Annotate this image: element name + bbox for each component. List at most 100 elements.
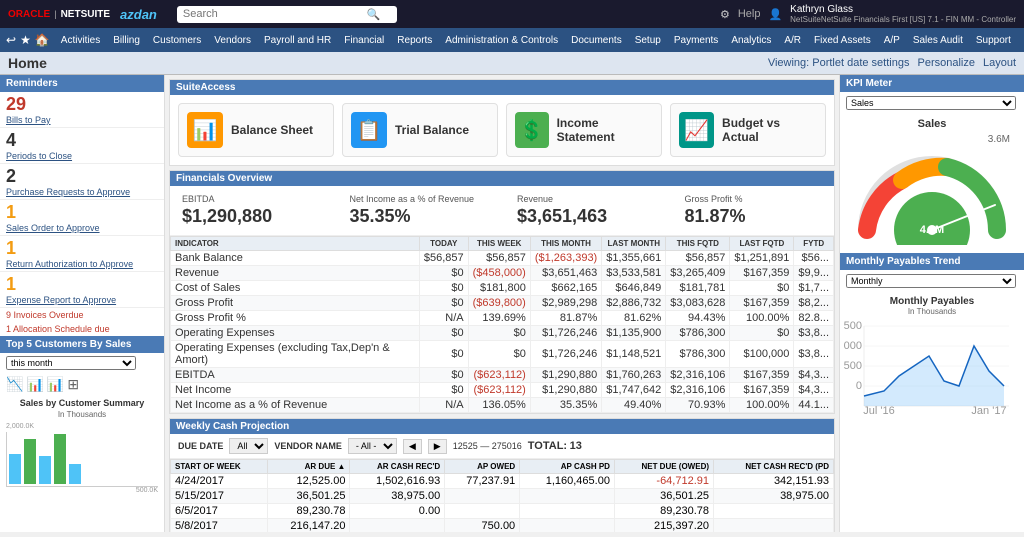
reminder-sales-label[interactable]: Sales Order to Approve bbox=[6, 223, 158, 233]
svg-text:1,000: 1,000 bbox=[844, 340, 862, 352]
nav-admin[interactable]: Administration & Controls bbox=[439, 35, 564, 46]
bar-3 bbox=[39, 456, 51, 484]
personalize-link[interactable]: Personalize bbox=[917, 57, 974, 69]
reminder-bills-label[interactable]: Bills to Pay bbox=[6, 115, 158, 125]
due-date-select[interactable]: All bbox=[229, 438, 268, 454]
indicator-cell: Gross Profit % bbox=[171, 311, 420, 326]
nav-payments[interactable]: Payments bbox=[668, 35, 724, 46]
reminder-return-label[interactable]: Return Authorization to Approve bbox=[6, 259, 158, 269]
value-cell: $181,781 bbox=[666, 281, 730, 296]
nav-ar[interactable]: A/R bbox=[778, 35, 807, 46]
reminder-periods[interactable]: 4 Periods to Close bbox=[0, 128, 164, 164]
overdue-link[interactable]: 9 Invoices Overdue bbox=[0, 308, 164, 322]
income-statement-card[interactable]: 💲 Income Statement bbox=[506, 103, 662, 157]
page-actions: Viewing: Portlet date settings Personali… bbox=[768, 57, 1016, 69]
cash-table-head: START OF WEEK AR DUE ▲ AR CASH REC'D AP … bbox=[171, 460, 834, 474]
bar-5 bbox=[69, 464, 81, 484]
reminder-return-number: 1 bbox=[6, 238, 158, 259]
value-cell: ($458,000) bbox=[468, 266, 530, 281]
table-row: Gross Profit %N/A139.69%81.87%81.62%94.4… bbox=[171, 311, 834, 326]
nav-vendors[interactable]: Vendors bbox=[208, 35, 257, 46]
value-cell: $0 bbox=[419, 296, 468, 311]
nav-icons: ↩ ★ 🏠 bbox=[6, 33, 50, 47]
nav-bar: ↩ ★ 🏠 Activities Billing Customers Vendo… bbox=[0, 28, 1024, 52]
nav-ap[interactable]: A/P bbox=[878, 35, 906, 46]
bar-chart-icon[interactable]: 📊 bbox=[47, 376, 64, 393]
svg-text:4.4M: 4.4M bbox=[920, 224, 944, 236]
kpi-meter-select[interactable]: Sales bbox=[846, 96, 1016, 110]
indicator-cell: Net Income as a % of Revenue bbox=[171, 398, 420, 413]
nav-payroll[interactable]: Payroll and HR bbox=[258, 35, 337, 46]
trend-chart-title: Monthly Payables bbox=[844, 296, 1020, 307]
budget-vs-actual-card[interactable]: 📈 Budget vs Actual bbox=[670, 103, 826, 157]
cash-col-ap-owed: AP OWED bbox=[445, 460, 520, 474]
line-chart-icon[interactable]: 📉 bbox=[6, 376, 23, 393]
table-icon[interactable]: ⊞ bbox=[67, 376, 79, 393]
nav-fixed-assets[interactable]: Fixed Assets bbox=[808, 35, 877, 46]
search-input[interactable] bbox=[183, 8, 363, 20]
kpi-revenue-value: $3,651,463 bbox=[517, 206, 655, 227]
nav-setup[interactable]: Setup bbox=[629, 35, 667, 46]
financials-table-wrapper: INDICATOR TODAY THIS WEEK THIS MONTH LAS… bbox=[170, 236, 834, 413]
value-cell: $56... bbox=[794, 251, 834, 266]
suite-cards: 📊 Balance Sheet 📋 Trial Balance 💲 Income… bbox=[170, 95, 834, 165]
nav-sales-audit[interactable]: Sales Audit bbox=[907, 35, 969, 46]
nav-documents[interactable]: Documents bbox=[565, 35, 628, 46]
svg-text:500: 500 bbox=[844, 360, 862, 372]
value-cell: N/A bbox=[419, 311, 468, 326]
reminders-title: Reminders bbox=[0, 75, 164, 92]
kpi-gross-profit: Gross Profit % 81.87% bbox=[685, 194, 823, 227]
reminder-sales-order[interactable]: 1 Sales Order to Approve bbox=[0, 200, 164, 236]
reminder-periods-label[interactable]: Periods to Close bbox=[6, 151, 158, 161]
kpi-net-income-pct-label: Net Income as a % of Revenue bbox=[350, 194, 488, 204]
bar-2 bbox=[24, 439, 36, 484]
monthly-select[interactable]: Monthly bbox=[846, 274, 1016, 288]
reminder-return[interactable]: 1 Return Authorization to Approve bbox=[0, 236, 164, 272]
nav-customers[interactable]: Customers bbox=[147, 35, 207, 46]
search-bar[interactable]: 🔍 bbox=[177, 6, 397, 23]
star-icon[interactable]: ★ bbox=[20, 33, 31, 47]
trial-balance-card[interactable]: 📋 Trial Balance bbox=[342, 103, 498, 157]
financials-title: Financials Overview bbox=[170, 171, 834, 186]
allocation-link[interactable]: 1 Allocation Schedule due bbox=[0, 322, 164, 336]
area-chart-icon[interactable]: 📊 bbox=[26, 376, 43, 393]
nav-support[interactable]: Support bbox=[970, 35, 1017, 46]
value-cell: 49.40% bbox=[602, 398, 666, 413]
reminder-expense-label[interactable]: Expense Report to Approve bbox=[6, 295, 158, 305]
value-cell: 44.1... bbox=[794, 398, 834, 413]
back-icon[interactable]: ↩ bbox=[6, 33, 16, 47]
next-page-btn[interactable]: ▶ bbox=[428, 439, 447, 454]
income-statement-icon: 💲 bbox=[515, 112, 549, 148]
col-today: TODAY bbox=[419, 237, 468, 251]
svg-text:Jan '17: Jan '17 bbox=[971, 405, 1006, 416]
help-label[interactable]: Help bbox=[738, 8, 761, 20]
indicator-cell: Gross Profit bbox=[171, 296, 420, 311]
value-cell: 36,501.25 bbox=[267, 489, 350, 504]
nav-billing[interactable]: Billing bbox=[107, 35, 146, 46]
value-cell: ($623,112) bbox=[468, 383, 530, 398]
value-cell: $3,8... bbox=[794, 341, 834, 368]
settings-icon[interactable]: ⚙ bbox=[720, 8, 730, 21]
nav-analytics[interactable]: Analytics bbox=[725, 35, 777, 46]
value-cell: $167,359 bbox=[730, 296, 794, 311]
layout-link[interactable]: Layout bbox=[983, 57, 1016, 69]
nav-reports[interactable]: Reports bbox=[391, 35, 438, 46]
value-cell: $56,857 bbox=[468, 251, 530, 266]
nav-activities[interactable]: Activities bbox=[55, 35, 106, 46]
reminder-purchase-label[interactable]: Purchase Requests to Approve bbox=[6, 187, 158, 197]
table-row: 5/8/2017216,147.20750.00215,397.20 bbox=[171, 519, 834, 533]
balance-sheet-card[interactable]: 📊 Balance Sheet bbox=[178, 103, 334, 157]
vendor-name-select[interactable]: - All - bbox=[348, 438, 397, 454]
reminder-expense[interactable]: 1 Expense Report to Approve bbox=[0, 272, 164, 308]
reminder-purchase[interactable]: 2 Purchase Requests to Approve bbox=[0, 164, 164, 200]
home-icon[interactable]: 🏠 bbox=[35, 33, 50, 47]
value-cell: $1,726,246 bbox=[530, 326, 601, 341]
date-cell: 4/24/2017 bbox=[171, 474, 268, 489]
reminder-purchase-number: 2 bbox=[6, 166, 158, 187]
nav-financial[interactable]: Financial bbox=[338, 35, 390, 46]
kpi-net-income-pct-value: 35.35% bbox=[350, 206, 488, 227]
top5-period-select[interactable]: this month bbox=[6, 356, 136, 370]
reminder-bills[interactable]: 29 Bills to Pay bbox=[0, 92, 164, 128]
prev-page-btn[interactable]: ◀ bbox=[403, 439, 422, 454]
budget-icon: 📈 bbox=[679, 112, 714, 148]
